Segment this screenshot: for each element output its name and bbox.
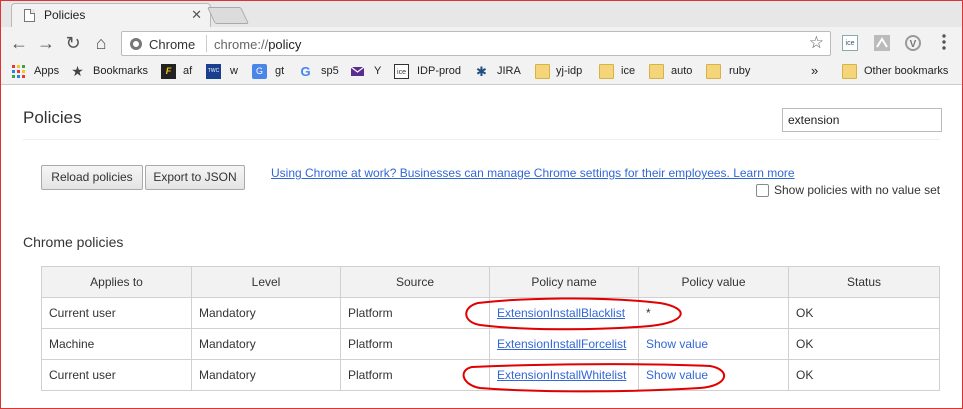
cell-policy-name: ExtensionInstallWhitelist (489, 359, 639, 391)
tab-policies[interactable]: Policies ✕ (11, 3, 211, 28)
chevron-right-icon[interactable]: » (811, 63, 818, 78)
table-row: Machine Mandatory Platform ExtensionInst… (41, 328, 940, 360)
bookmarks-star-icon[interactable]: ★ (70, 64, 85, 79)
show-no-value-checkbox[interactable] (756, 184, 769, 197)
bookmark-item[interactable]: gt (275, 65, 284, 77)
cell-level: Mandatory (191, 297, 341, 329)
header-status[interactable]: Status (788, 266, 940, 298)
show-no-value-label: Show policies with no value set (774, 183, 941, 197)
show-value-link[interactable]: Show value (646, 368, 708, 382)
toolbar: ← → ↻ ⌂ Chrome chrome://policy ☆ ice V (1, 27, 962, 60)
header-policy-value[interactable]: Policy value (638, 266, 789, 298)
bookmark-apps[interactable]: Apps (34, 65, 59, 77)
google-icon[interactable]: G (298, 64, 313, 79)
policy-table: Applies to Level Source Policy name Poli… (41, 266, 940, 391)
forward-icon[interactable]: → (36, 33, 56, 53)
table-row: Current user Mandatory Platform Extensio… (41, 359, 940, 391)
cell-policy-value: * (638, 297, 789, 329)
cell-applies-to: Current user (41, 359, 192, 391)
folder-icon[interactable] (649, 64, 664, 79)
bookmark-item[interactable]: sp5 (321, 65, 339, 77)
cell-level: Mandatory (191, 328, 341, 360)
address-url[interactable]: chrome://policy (214, 37, 301, 52)
show-value-link[interactable]: Show value (646, 337, 708, 351)
chrome-icon (130, 38, 142, 50)
star-icon[interactable]: ☆ (809, 33, 824, 53)
folder-icon[interactable] (706, 64, 721, 79)
ice-extension-icon[interactable]: ice (842, 35, 858, 51)
mail-icon[interactable] (350, 64, 365, 79)
header-applies-to[interactable]: Applies to (41, 266, 192, 298)
search-input[interactable] (782, 108, 942, 132)
address-separator (206, 35, 207, 52)
learn-more-link[interactable]: Using Chrome at work? Businesses can man… (271, 166, 795, 180)
policy-name-link[interactable]: ExtensionInstallWhitelist (497, 368, 626, 382)
back-icon[interactable]: ← (9, 33, 29, 53)
cell-status: OK (788, 297, 940, 329)
bookmark-item[interactable]: IDP-prod (417, 65, 461, 77)
policy-name-link[interactable]: ExtensionInstallForcelist (497, 337, 626, 351)
translate-icon[interactable]: G (252, 64, 267, 79)
cell-policy-name: ExtensionInstallBlacklist (489, 297, 639, 329)
ice-bookmark-icon[interactable]: ice (394, 64, 409, 79)
new-tab-button[interactable] (207, 7, 249, 24)
table-header-row: Applies to Level Source Policy name Poli… (41, 266, 940, 298)
bookmark-item[interactable]: JIRA (497, 65, 521, 77)
page-title: Policies (23, 108, 82, 127)
reload-icon[interactable]: ↻ (63, 33, 83, 53)
header-level[interactable]: Level (191, 266, 341, 298)
jira-icon[interactable]: ✱ (474, 64, 489, 79)
table-row: Current user Mandatory Platform Extensio… (41, 297, 940, 329)
folder-icon[interactable] (842, 64, 857, 79)
bookmark-folder[interactable]: ruby (729, 65, 750, 77)
section-title: Chrome policies (23, 234, 124, 250)
cell-source: Platform (340, 297, 490, 329)
cell-level: Mandatory (191, 359, 341, 391)
divider (23, 139, 940, 140)
bookmark-folder[interactable]: ice (621, 65, 635, 77)
cell-status: OK (788, 328, 940, 360)
header-source[interactable]: Source (340, 266, 490, 298)
cell-source: Platform (340, 359, 490, 391)
bookmark-item[interactable]: Bookmarks (93, 65, 148, 77)
cell-status: OK (788, 359, 940, 391)
url-scheme: chrome:// (214, 37, 269, 52)
home-icon[interactable]: ⌂ (91, 33, 111, 53)
tab-title: Policies (44, 8, 86, 22)
folder-icon[interactable] (599, 64, 614, 79)
bookmark-item[interactable]: Y (374, 65, 381, 77)
header-policy-name[interactable]: Policy name (489, 266, 639, 298)
cell-policy-name: ExtensionInstallForcelist (489, 328, 639, 360)
bookmark-folder[interactable]: auto (671, 65, 692, 77)
tab-strip: Policies ✕ (1, 0, 962, 28)
pdf-extension-icon[interactable] (874, 35, 890, 51)
bookmark-folder[interactable]: yj-idp (556, 65, 582, 77)
apps-icon[interactable] (11, 64, 26, 79)
bookmark-item[interactable]: af (183, 65, 192, 77)
cell-applies-to: Machine (41, 328, 192, 360)
url-path: policy (268, 37, 302, 52)
page-icon (24, 9, 35, 22)
bookmarks-bar: Apps ★ Bookmarks F af TWC w G gt G sp5 Y… (1, 60, 962, 85)
cell-policy-value: Show value (638, 359, 789, 391)
af-icon[interactable]: F (161, 64, 176, 79)
address-bar[interactable]: Chrome chrome://policy ☆ (121, 31, 831, 56)
folder-icon[interactable] (535, 64, 550, 79)
cell-applies-to: Current user (41, 297, 192, 329)
address-origin: Chrome (149, 37, 196, 52)
close-icon[interactable]: ✕ (191, 7, 202, 23)
weather-icon[interactable]: TWC (206, 64, 221, 79)
cell-source: Platform (340, 328, 490, 360)
v-extension-icon[interactable]: V (905, 35, 921, 51)
export-json-button[interactable]: Export to JSON (145, 165, 245, 190)
cell-policy-value: Show value (638, 328, 789, 360)
policy-name-link[interactable]: ExtensionInstallBlacklist (497, 306, 625, 320)
other-bookmarks[interactable]: Other bookmarks (864, 65, 948, 77)
menu-icon[interactable] (941, 33, 947, 51)
reload-policies-button[interactable]: Reload policies (41, 165, 143, 190)
bookmark-item[interactable]: w (230, 65, 238, 77)
